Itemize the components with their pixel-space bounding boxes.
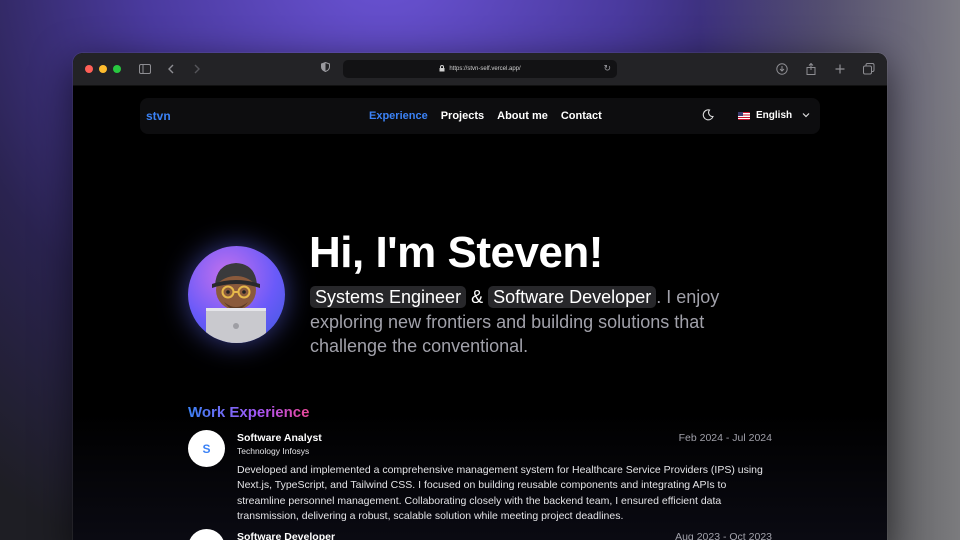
share-icon[interactable] xyxy=(803,61,819,77)
sidebar-icon[interactable] xyxy=(137,61,153,77)
ampersand-text: & xyxy=(471,287,484,307)
hero-heading: Hi, I'm Steven! xyxy=(309,228,603,277)
close-window-button[interactable] xyxy=(85,65,93,73)
window-controls xyxy=(85,65,121,73)
memoji-illustration xyxy=(206,263,266,343)
theme-toggle-moon-icon[interactable] xyxy=(702,109,714,124)
maximize-window-button[interactable] xyxy=(113,65,121,73)
privacy-shield-icon[interactable] xyxy=(321,61,330,75)
site-logo[interactable]: stvn xyxy=(146,109,171,123)
language-label: English xyxy=(756,110,793,121)
url-text: https://stvn-self.vercel.app/ xyxy=(449,66,521,72)
hero-description: Systems Engineer & Software Developer. I… xyxy=(310,285,780,359)
job-title: Software Analyst xyxy=(237,432,322,444)
job-title: Software Developer xyxy=(237,531,336,540)
nav-links: Experience Projects About me Contact xyxy=(369,110,602,122)
back-icon[interactable] xyxy=(163,61,179,77)
nav-link-experience[interactable]: Experience xyxy=(369,110,428,122)
role-chip-systems-engineer: Systems Engineer xyxy=(310,286,467,308)
reload-icon[interactable]: ↻ xyxy=(603,63,611,74)
new-tab-icon[interactable] xyxy=(832,61,848,77)
profile-avatar xyxy=(188,246,285,343)
job-dates: Aug 2023 - Oct 2023 xyxy=(675,531,772,540)
page-content: stvn Experience Projects About me Contac… xyxy=(73,86,887,540)
address-bar[interactable]: https://stvn-self.vercel.app/ ↻ xyxy=(343,60,617,78)
nav-link-about-me[interactable]: About me xyxy=(497,110,548,122)
lock-icon xyxy=(439,64,445,74)
job-dates: Feb 2024 - Jul 2024 xyxy=(678,432,772,444)
job-company: Technology Infosys xyxy=(237,446,310,456)
job-description: Developed and implemented a comprehensiv… xyxy=(237,464,763,522)
minimize-window-button[interactable] xyxy=(99,65,107,73)
download-icon[interactable] xyxy=(774,61,790,77)
role-chip-software-developer: Software Developer xyxy=(488,286,657,308)
site-navbar: stvn Experience Projects About me Contac… xyxy=(140,98,820,134)
forward-icon[interactable] xyxy=(189,61,205,77)
browser-titlebar: https://stvn-self.vercel.app/ ↻ xyxy=(73,53,887,86)
chevron-down-icon xyxy=(802,111,810,120)
us-flag-icon xyxy=(738,111,750,120)
browser-window: https://stvn-self.vercel.app/ ↻ stvn Exp… xyxy=(73,53,887,540)
tabs-overview-icon[interactable] xyxy=(861,61,877,77)
work-experience-heading: Work Experience xyxy=(188,404,310,421)
company-logo xyxy=(188,529,225,540)
language-selector[interactable]: English xyxy=(738,110,810,121)
nav-link-projects[interactable]: Projects xyxy=(441,110,484,122)
nav-link-contact[interactable]: Contact xyxy=(561,110,602,122)
company-logo: S xyxy=(188,430,225,467)
